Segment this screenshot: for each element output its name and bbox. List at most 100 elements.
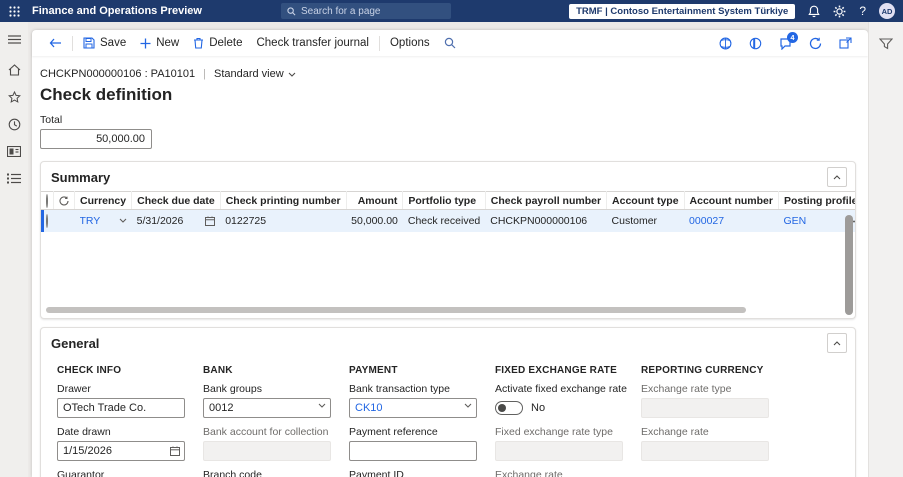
delete-button[interactable]: Delete <box>186 30 249 56</box>
group-heading: PAYMENT <box>349 365 398 376</box>
open-in-new-window-icon[interactable] <box>839 37 852 49</box>
action-pane: Save New Delete Check transfer journal O… <box>32 30 868 56</box>
total-value-field[interactable]: 50,000.00 <box>40 129 152 149</box>
chevron-down-icon[interactable] <box>464 403 472 408</box>
cell-account-number[interactable]: 000027 <box>684 209 779 232</box>
recent-clock-icon[interactable] <box>2 115 26 133</box>
bank-account-for-collection-input <box>203 441 331 461</box>
field-label: Exchange rate <box>641 426 709 438</box>
messages-icon[interactable]: 4 <box>779 31 798 50</box>
workspaces-icon[interactable] <box>2 142 26 160</box>
cell-check-payroll-number[interactable]: CHCKPN000000106 <box>485 209 607 232</box>
sync-column[interactable] <box>53 191 75 210</box>
back-button[interactable] <box>42 30 69 56</box>
col-currency[interactable]: Currency <box>74 191 133 210</box>
save-label: Save <box>100 37 127 49</box>
field-payment-reference: Payment reference <box>349 426 495 461</box>
toggle-knob <box>498 404 506 412</box>
col-check-payroll-number[interactable]: Check payroll number <box>485 191 608 210</box>
field-label: Exchange rate <box>495 469 563 477</box>
magnifier-icon <box>444 37 456 49</box>
alerts-bell-icon[interactable] <box>808 5 820 18</box>
app-launcher-icon[interactable] <box>0 0 28 22</box>
drawer-input[interactable] <box>57 398 185 418</box>
row-sync-cell <box>53 209 75 232</box>
select-all-column[interactable] <box>41 191 54 210</box>
home-icon[interactable] <box>2 61 26 79</box>
group-bank: BANK Bank groups Bank account for collec… <box>203 359 349 477</box>
action-pane-search-button[interactable] <box>437 30 463 56</box>
copilot-sphere-icon[interactable] <box>719 37 732 50</box>
fixed-exchange-rate-type-input <box>495 441 623 461</box>
calendar-icon[interactable] <box>170 446 180 456</box>
payment-reference-input[interactable] <box>349 441 477 461</box>
office-icon[interactable] <box>749 37 762 50</box>
field-label: Payment ID <box>349 469 404 477</box>
group-heading: FIXED EXCHANGE RATE <box>495 365 617 376</box>
field-date-drawn: Date drawn <box>57 426 203 461</box>
global-search-input[interactable]: Search for a page <box>281 3 451 19</box>
group-heading: BANK <box>203 365 233 376</box>
group-heading: CHECK INFO <box>57 365 122 376</box>
general-form: CHECK INFO Drawer Date drawn <box>41 357 855 477</box>
bank-transaction-type-input[interactable] <box>349 398 477 418</box>
activate-fixed-exchange-rate-toggle[interactable] <box>495 401 523 415</box>
help-icon[interactable]: ? <box>859 4 866 18</box>
options-button[interactable]: Options <box>383 30 437 56</box>
cell-check-due-date[interactable]: 5/31/2026 <box>131 209 221 232</box>
modules-list-icon[interactable] <box>2 169 26 187</box>
grid-vertical-scrollbar[interactable] <box>845 215 853 315</box>
col-check-due-date[interactable]: Check due date <box>131 191 221 210</box>
summary-collapse-button[interactable] <box>827 167 847 187</box>
filter-pane-strip <box>868 22 903 477</box>
col-portfolio-type[interactable]: Portfolio type <box>402 191 486 210</box>
divider <box>378 35 380 51</box>
nav-menu-hamburger-icon[interactable] <box>2 30 26 48</box>
group-fixed-exchange-rate: FIXED EXCHANGE RATE Activate fixed excha… <box>495 359 641 477</box>
field-label: Drawer <box>57 383 91 395</box>
app-title[interactable]: Finance and Operations Preview <box>32 5 202 17</box>
check-transfer-journal-button[interactable]: Check transfer journal <box>249 30 376 56</box>
row-select-radio[interactable] <box>46 213 48 228</box>
field-bank-account-for-collection: Bank account for collection <box>203 426 349 461</box>
save-button[interactable]: Save <box>76 30 133 56</box>
environment-badge[interactable]: TRMF | Contoso Entertainment System Türk… <box>569 3 796 19</box>
record-id[interactable]: CHCKPN000000106 : PA10101 <box>40 68 195 80</box>
date-drawn-input[interactable] <box>57 441 185 461</box>
view-selector-label: Standard view <box>213 68 284 80</box>
cell-currency[interactable]: TRY <box>74 209 132 232</box>
general-collapse-button[interactable] <box>827 333 847 353</box>
cell-check-printing-number[interactable]: 0122725 <box>220 209 347 232</box>
bank-groups-input[interactable] <box>203 398 331 418</box>
col-account-type[interactable]: Account type <box>606 191 685 210</box>
grid-horizontal-scrollbar[interactable] <box>46 307 746 313</box>
cell-account-type[interactable]: Customer <box>606 209 685 232</box>
chevron-down-icon[interactable] <box>318 403 326 408</box>
field-activate-fixed-exchange-rate: Activate fixed exchange rate No <box>495 383 641 418</box>
refresh-icon[interactable] <box>809 37 822 50</box>
select-all-radio[interactable] <box>46 193 48 208</box>
new-button[interactable]: New <box>133 30 186 56</box>
toggle-state-label: No <box>531 402 546 414</box>
field-label: Fixed exchange rate type <box>495 426 613 438</box>
col-amount[interactable]: Amount <box>346 191 404 210</box>
field-label: Bank groups <box>203 383 262 395</box>
field-payment-id: Payment ID <box>349 469 495 477</box>
avatar[interactable]: AD <box>879 3 895 19</box>
grid-row-selected[interactable]: TRY 5/31/2026 0122725 50,000.00 Check re… <box>41 209 855 232</box>
row-select-cell[interactable] <box>41 209 54 232</box>
col-posting-profile[interactable]: Posting profile <box>778 191 855 210</box>
view-selector[interactable]: Standard view <box>214 68 296 80</box>
cell-portfolio-type[interactable]: Check received <box>402 209 486 232</box>
group-check-info: CHECK INFO Drawer Date drawn <box>57 359 203 477</box>
col-check-printing-number[interactable]: Check printing number <box>220 191 347 210</box>
cell-amount[interactable]: 50,000.00 <box>346 209 403 232</box>
action-pane-right-icons: 4 <box>719 31 856 50</box>
favorites-star-icon[interactable] <box>2 88 26 106</box>
summary-title: Summary <box>51 169 111 185</box>
save-icon <box>83 37 95 49</box>
group-heading: REPORTING CURRENCY <box>641 365 764 376</box>
filter-funnel-icon[interactable] <box>876 34 896 54</box>
col-account-number[interactable]: Account number <box>684 191 779 210</box>
settings-gear-icon[interactable] <box>833 5 846 18</box>
